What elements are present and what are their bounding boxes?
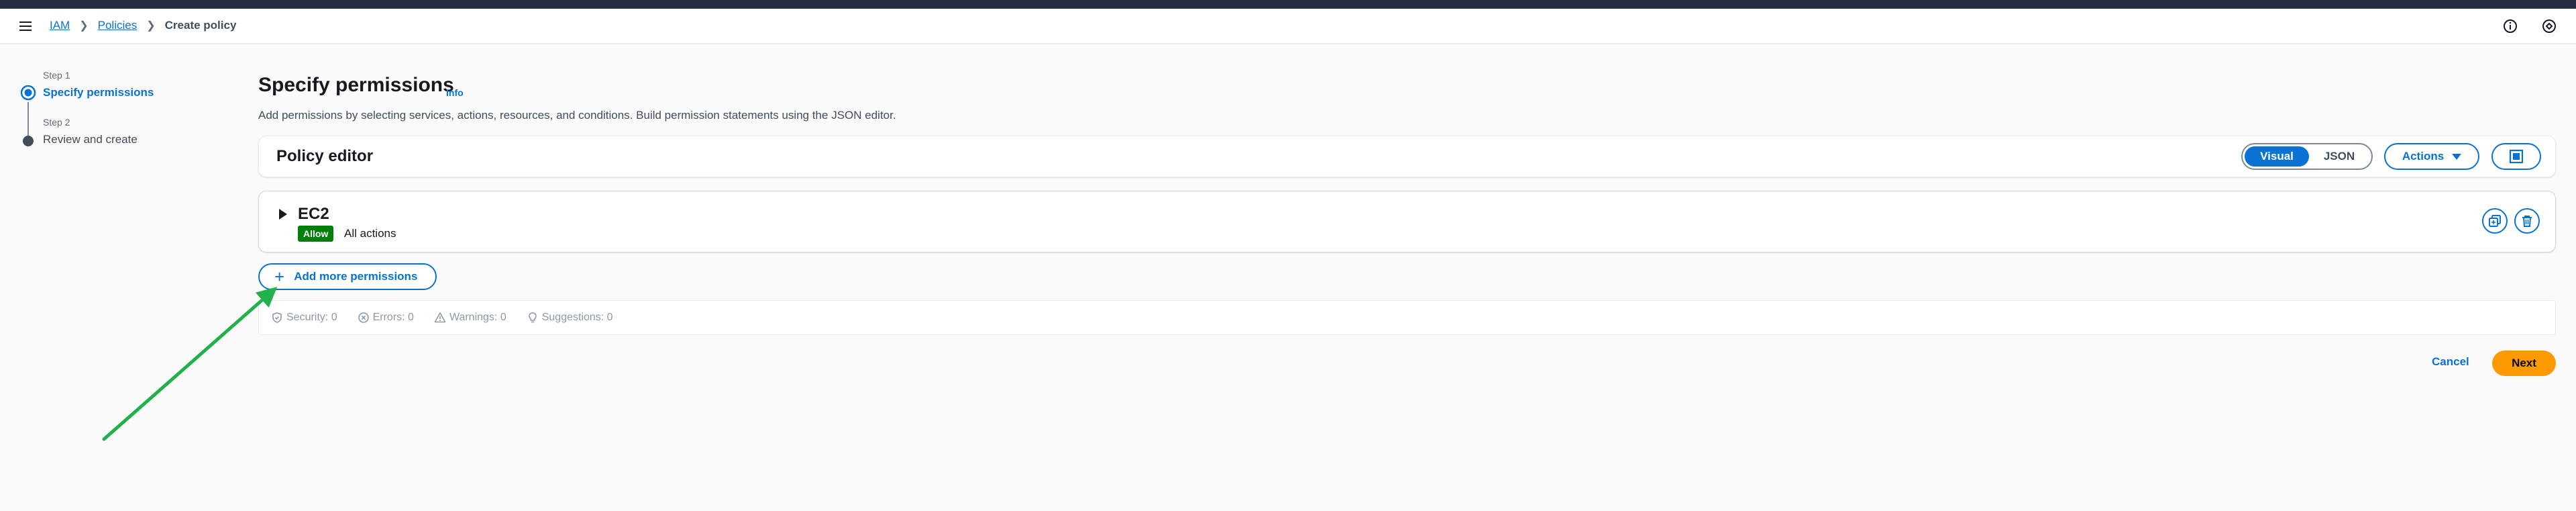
warning-icon [434,312,446,323]
step-2-label: Step 2 [43,117,70,128]
statement-actions: All actions [344,227,396,240]
fullscreen-icon [2509,149,2524,164]
cancel-button[interactable]: Cancel [2432,355,2469,369]
x-circle-icon [358,312,369,323]
actions-dropdown-button[interactable]: Actions [2384,143,2479,170]
editor-mode-toggle: Visual JSON [2241,143,2373,170]
statement-service[interactable]: EC2 [298,205,329,224]
expand-caret-icon[interactable] [279,209,287,220]
shield-icon [272,312,282,323]
breadcrumb-policies[interactable]: Policies [98,19,138,32]
top-navigation-bar: IAM ❯ Policies ❯ Create policy [0,9,2576,44]
chevron-right-icon: ❯ [146,20,156,32]
effect-badge: Allow [298,226,334,242]
breadcrumb: IAM ❯ Policies ❯ Create policy [50,19,236,32]
validation-warnings-label: Warnings: 0 [449,312,506,323]
step-1-title[interactable]: Specify permissions [43,86,154,99]
top-strip [0,0,2576,9]
add-more-permissions-button[interactable]: + Add more permissions [258,263,437,290]
copy-icon [2489,215,2501,227]
validation-errors-label: Errors: 0 [372,312,414,323]
actions-label: Actions [2402,150,2445,162]
menu-icon[interactable] [17,18,34,34]
validation-warnings[interactable]: Warnings: 0 [434,312,506,324]
add-more-permissions-label: Add more permissions [294,270,418,283]
lightbulb-icon [528,312,537,323]
plus-icon: + [274,267,285,287]
validation-security[interactable]: Security: 0 [271,312,337,324]
step-pending-icon [23,136,34,146]
policy-validation-bar: Security: 0 Errors: 0 Warnings: 0 Sugges… [258,300,2556,335]
validation-errors[interactable]: Errors: 0 [358,312,414,324]
json-mode-button[interactable]: JSON [2309,146,2369,167]
trash-icon [2522,216,2532,227]
visual-mode-button[interactable]: Visual [2245,146,2309,167]
step-connector [28,102,29,137]
policy-editor-title: Policy editor [276,147,374,165]
permission-statement: EC2 Allow All actions [258,191,2556,252]
chevron-right-icon: ❯ [79,20,89,32]
next-button[interactable]: Next [2492,351,2556,376]
step-1-label: Step 1 [43,70,70,81]
feedback-icon[interactable] [2540,17,2558,35]
duplicate-statement-button[interactable] [2482,208,2508,234]
policy-editor-header: Policy editor Visual JSON Actions [258,136,2556,177]
step-current-icon [20,85,36,101]
info-circle-icon[interactable] [2502,17,2519,35]
breadcrumb-iam[interactable]: IAM [50,19,70,32]
page-title: Specify permissions [258,74,454,96]
caret-down-icon [2452,153,2462,160]
page-description: Add permissions by selecting services, a… [258,109,896,122]
breadcrumb-current: Create policy [164,19,237,32]
fullscreen-button[interactable] [2491,143,2541,170]
validation-suggestions-label: Suggestions: 0 [541,312,613,323]
delete-statement-button[interactable] [2514,208,2540,234]
info-link[interactable]: Info [446,87,464,98]
validation-security-label: Security: 0 [286,312,337,323]
validation-suggestions[interactable]: Suggestions: 0 [527,312,613,324]
step-2-title: Review and create [43,133,138,146]
